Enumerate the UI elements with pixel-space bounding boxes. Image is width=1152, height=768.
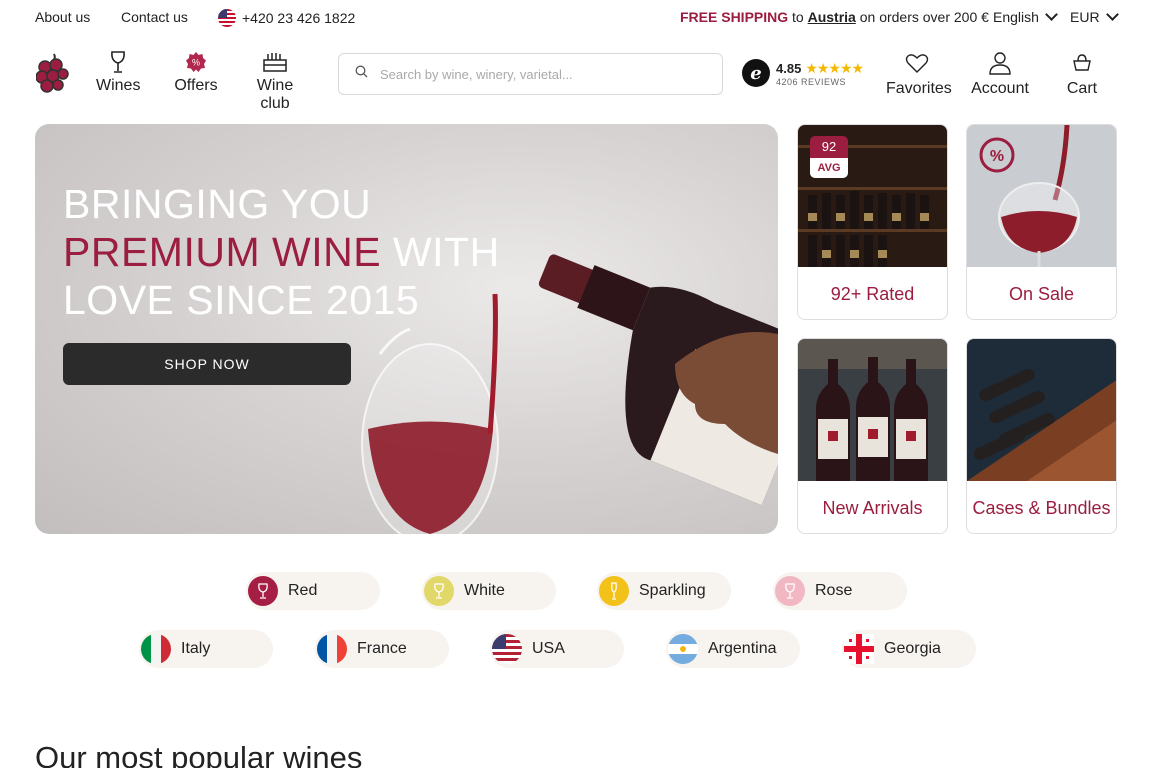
- argentina-flag-icon: [668, 634, 698, 664]
- contact-us-link[interactable]: Contact us: [121, 9, 188, 25]
- pill-red[interactable]: Red: [246, 572, 380, 610]
- avg-rating-label: AVG: [810, 158, 848, 178]
- account-button[interactable]: Account: [970, 50, 1030, 98]
- pill-france-label: France: [357, 640, 407, 657]
- pill-georgia-label: Georgia: [884, 640, 941, 657]
- heart-icon: [886, 50, 948, 76]
- hero-heading: BRINGING YOU PREMIUM WINE WITH LOVE SINC…: [63, 180, 500, 324]
- georgia-flag-icon: [844, 634, 874, 664]
- about-us-link[interactable]: About us: [35, 9, 90, 25]
- cart-label: Cart: [1066, 80, 1098, 97]
- nav-wines[interactable]: Wines: [96, 50, 140, 95]
- grapes-logo[interactable]: [35, 52, 70, 96]
- wine-crate-icon: [240, 50, 310, 74]
- shop-now-button[interactable]: SHOP NOW: [63, 343, 351, 385]
- tile-92-rated-label: 92+ Rated: [830, 284, 915, 304]
- pill-georgia[interactable]: Georgia: [842, 630, 976, 668]
- chevron-down-icon: [1045, 8, 1058, 21]
- chevron-down-icon: [1105, 8, 1119, 21]
- avg-rating-number: 92: [810, 136, 848, 158]
- language-value: English: [993, 9, 1039, 25]
- pill-argentina[interactable]: Argentina: [666, 630, 800, 668]
- wine-cases-image: [967, 339, 1116, 481]
- currency-selector[interactable]: EUR: [1070, 8, 1119, 25]
- cart-button[interactable]: Cart: [1064, 50, 1100, 98]
- wine-shelf-image: 92 AVG: [798, 125, 947, 267]
- currency-value: EUR: [1070, 9, 1100, 25]
- pill-argentina-label: Argentina: [708, 640, 777, 657]
- tile-on-sale-label: On Sale: [1008, 284, 1075, 304]
- free-shipping-label: FREE SHIPPING: [680, 9, 789, 25]
- tile-cases-bundles-label: Cases & Bundles: [972, 498, 1111, 518]
- tile-new-arrivals-label: New Arrivals: [822, 498, 923, 518]
- svg-text:%: %: [192, 58, 200, 68]
- offer-badge-icon: %: [172, 50, 220, 74]
- shipping-to-text: to: [792, 9, 804, 25]
- us-flag-icon: [218, 9, 236, 27]
- shipping-condition-text: on orders over 200 €: [859, 9, 989, 25]
- pill-sparkling-label: Sparkling: [639, 582, 706, 599]
- trust-rating[interactable]: e 4.85 ★★★★★ 4206 REVIEWS: [742, 59, 864, 87]
- rose-wine-glass-icon: [775, 576, 805, 606]
- pill-rose[interactable]: Rose: [773, 572, 907, 610]
- nav-wine-club-label: Wine club: [256, 77, 294, 112]
- rating-stars-icon: ★★★★★: [805, 59, 864, 76]
- italy-flag-icon: [141, 634, 171, 664]
- popular-wines-heading: Our most popular wines: [35, 740, 363, 768]
- white-wine-glass-icon: [424, 576, 454, 606]
- pill-white-label: White: [464, 582, 505, 599]
- language-selector[interactable]: English: [993, 8, 1058, 25]
- wine-glass-icon: [96, 50, 140, 74]
- nav-offers-label: Offers: [174, 77, 218, 94]
- pill-italy[interactable]: Italy: [139, 630, 273, 668]
- review-count: 4206 REVIEWS: [776, 76, 847, 87]
- tile-cases-bundles[interactable]: Cases & Bundles: [966, 338, 1117, 534]
- ekomi-badge-icon: e: [742, 59, 770, 87]
- search-input[interactable]: [380, 66, 700, 82]
- shipping-country-link[interactable]: Austria: [808, 9, 856, 25]
- phone-link[interactable]: +420 23 426 1822: [218, 9, 355, 27]
- pill-usa-label: USA: [532, 640, 565, 657]
- hero-accent-text: PREMIUM WINE: [63, 229, 382, 275]
- account-label: Account: [971, 80, 1029, 97]
- france-flag-icon: [317, 634, 347, 664]
- tile-92-rated[interactable]: 92 AVG 92+ Rated: [797, 124, 948, 320]
- pill-sparkling[interactable]: Sparkling: [597, 572, 731, 610]
- hero-line-1: BRINGING YOU: [63, 181, 372, 227]
- usa-flag-icon: [492, 634, 522, 664]
- phone-number: +420 23 426 1822: [242, 10, 356, 26]
- nav-offers[interactable]: % Offers: [172, 50, 220, 95]
- hero-line-2-rest: WITH: [381, 229, 500, 275]
- rating-score: 4.85: [776, 60, 802, 76]
- shipping-banner: FREE SHIPPING to Austria on orders over …: [680, 9, 989, 25]
- hero-banner: BRINGING YOU PREMIUM WINE WITH LOVE SINC…: [35, 124, 778, 534]
- tile-new-arrivals[interactable]: New Arrivals: [797, 338, 948, 534]
- nav-wine-club[interactable]: Wine club: [240, 50, 310, 113]
- basket-icon: [1064, 50, 1100, 76]
- search-bar[interactable]: [338, 53, 723, 95]
- pill-usa[interactable]: USA: [490, 630, 624, 668]
- pill-red-label: Red: [288, 582, 318, 599]
- tile-on-sale[interactable]: % On Sale: [966, 124, 1117, 320]
- percent-icon: %: [990, 148, 1004, 165]
- pill-italy-label: Italy: [181, 640, 211, 657]
- top-bar: About us Contact us +420 23 426 1822 FRE…: [0, 0, 1152, 36]
- pill-rose-label: Rose: [815, 582, 853, 599]
- favorites-button[interactable]: Favorites: [886, 50, 952, 98]
- nav-wines-label: Wines: [96, 77, 141, 94]
- hero-line-3: LOVE SINCE 2015: [63, 277, 420, 323]
- bottles-image: [798, 339, 947, 481]
- pill-white[interactable]: White: [422, 572, 556, 610]
- favorites-label: Favorites: [886, 80, 952, 97]
- wine-glass-pour-image: %: [967, 125, 1116, 267]
- avg-rating-badge: 92 AVG: [810, 136, 848, 178]
- red-wine-glass-icon: [248, 576, 278, 606]
- user-icon: [970, 50, 1030, 76]
- sparkling-glass-icon: [599, 576, 629, 606]
- pill-france[interactable]: France: [315, 630, 449, 668]
- search-icon: [355, 65, 368, 83]
